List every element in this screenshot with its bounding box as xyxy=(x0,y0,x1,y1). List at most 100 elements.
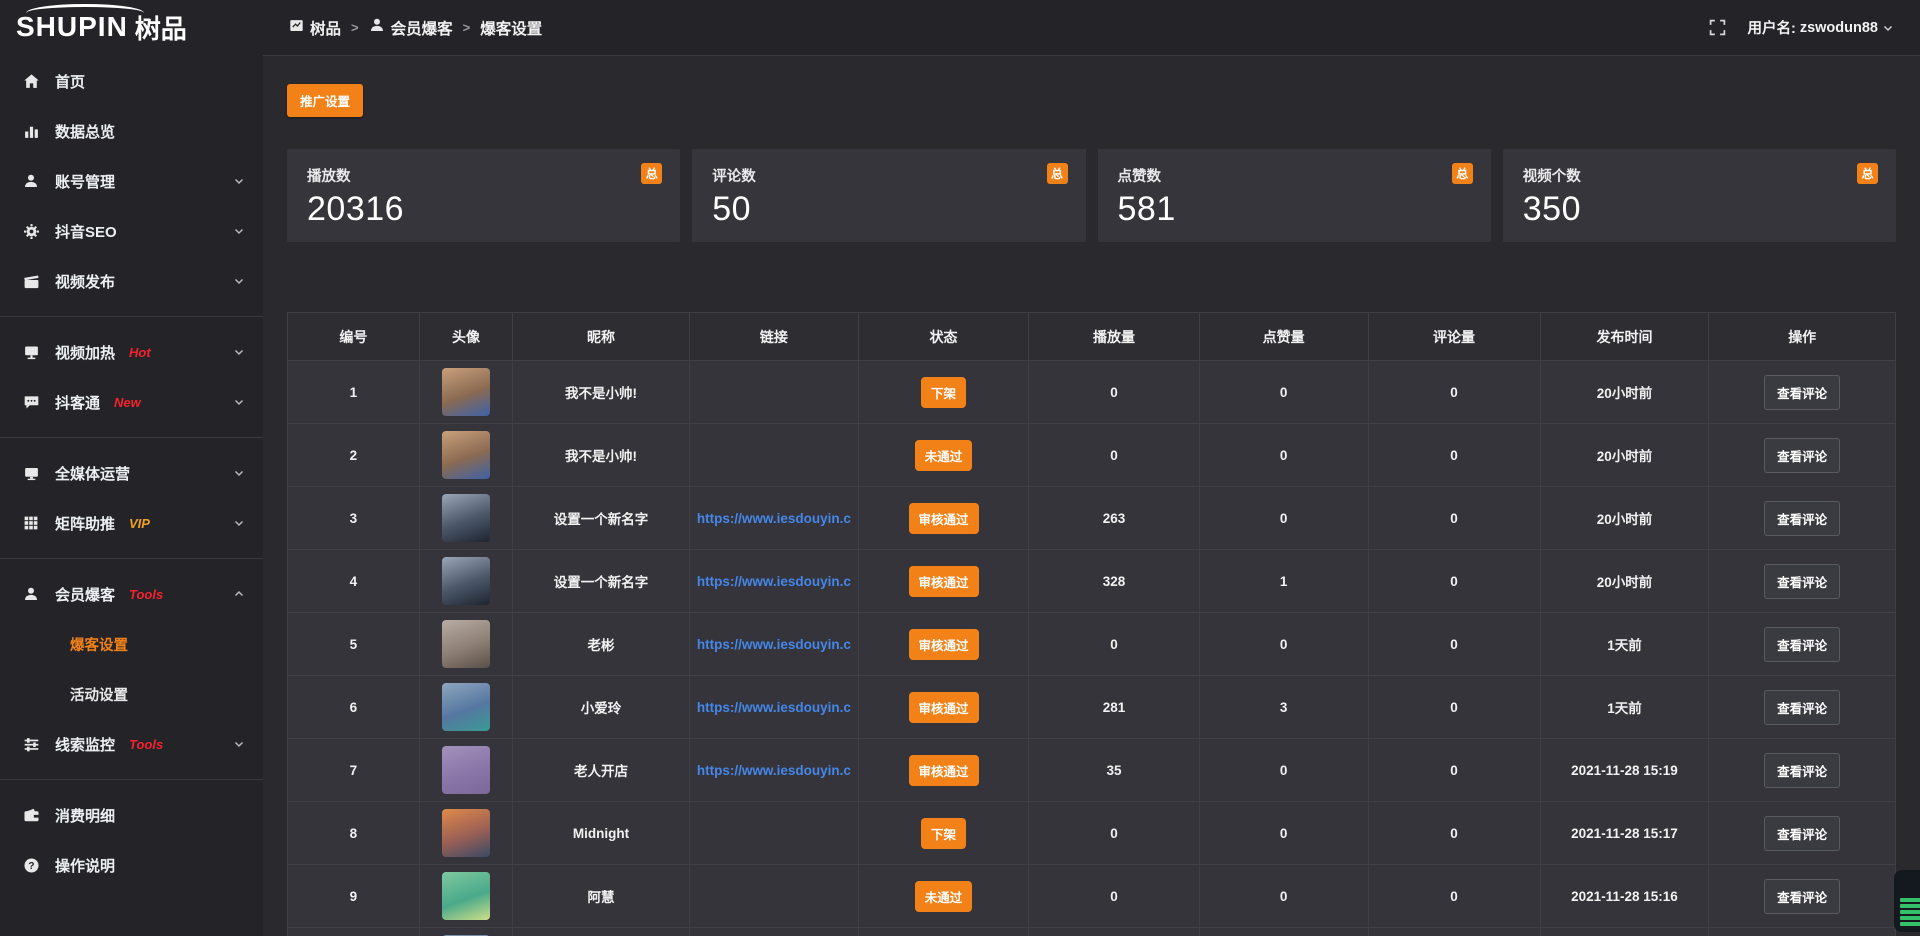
stat-card-视频个数: 视频个数350总 xyxy=(1503,149,1896,242)
breadcrumb-label: 会员爆客 xyxy=(391,17,453,39)
floating-widget[interactable] xyxy=(1894,870,1920,932)
sidebar-item-抖客通[interactable]: 抖客通New xyxy=(0,377,263,427)
action-cell: 查看评论 xyxy=(1709,361,1896,424)
sidebar-item-账号管理[interactable]: 账号管理 xyxy=(0,156,263,206)
sidebar-item-矩阵助推[interactable]: 矩阵助推VIP xyxy=(0,498,263,548)
nickname-cell: 小爱玲 xyxy=(513,676,690,739)
empty-cell xyxy=(858,928,1028,936)
nickname-cell: 老人开店 xyxy=(513,739,690,802)
fullscreen-icon[interactable] xyxy=(1709,19,1726,36)
breadcrumb-item[interactable]: 会员爆客 xyxy=(369,17,453,39)
sidebar-item-消费明细[interactable]: 消费明细 xyxy=(0,790,263,840)
plays-cell: 0 xyxy=(1029,424,1199,487)
status-badge: 审核通过 xyxy=(909,755,979,786)
link-cell xyxy=(689,865,858,928)
stat-total-badge: 总 xyxy=(641,163,662,184)
empty-cell xyxy=(1199,928,1368,936)
view-comments-button[interactable]: 查看评论 xyxy=(1764,375,1840,410)
empty-cell xyxy=(1368,928,1540,936)
status-cell: 未通过 xyxy=(858,865,1028,928)
widget-bar xyxy=(1900,898,1920,902)
column-header-评论量: 评论量 xyxy=(1368,313,1540,361)
sidebar-item-全媒体运营[interactable]: 全媒体运营 xyxy=(0,448,263,498)
widget-bar xyxy=(1900,910,1920,914)
chevron-up-icon xyxy=(233,588,245,600)
table-row: 9阿慧未通过0002021-11-28 15:16查看评论 xyxy=(288,865,1896,928)
video-link[interactable]: https://www.iesdouyin.c xyxy=(697,700,851,715)
sidebar-item-label: 矩阵助推 xyxy=(55,513,115,534)
sidebar-divider xyxy=(0,316,263,317)
breadcrumb-item[interactable]: 爆客设置 xyxy=(480,17,542,39)
sidebar-item-首页[interactable]: 首页 xyxy=(0,56,263,106)
view-comments-button[interactable]: 查看评论 xyxy=(1764,627,1840,662)
table-row: 3设置一个新名字https://www.iesdouyin.c审核通过26300… xyxy=(288,487,1896,550)
sidebar-item-视频发布[interactable]: 视频发布 xyxy=(0,256,263,306)
sidebar-item-抖音SEO[interactable]: 抖音SEO xyxy=(0,206,263,256)
plays-cell: 281 xyxy=(1029,676,1199,739)
video-link[interactable]: https://www.iesdouyin.c xyxy=(697,763,851,778)
publish-time-cell: 1天前 xyxy=(1540,676,1709,739)
video-link[interactable]: https://www.iesdouyin.c xyxy=(697,511,851,526)
video-link[interactable]: https://www.iesdouyin.c xyxy=(697,637,851,652)
avatar xyxy=(442,872,490,920)
likes-cell: 0 xyxy=(1199,802,1368,865)
sidebar-item-badge: Tools xyxy=(129,587,163,602)
column-header-点赞量: 点赞量 xyxy=(1199,313,1368,361)
sidebar-item-label: 全媒体运营 xyxy=(55,463,130,484)
avatar-cell xyxy=(419,487,512,550)
sidebar-subitem-活动设置[interactable]: 活动设置 xyxy=(0,669,263,719)
link-cell: https://www.iesdouyin.c xyxy=(689,739,858,802)
promotion-settings-button[interactable]: 推广设置 xyxy=(287,84,363,117)
column-header-状态: 状态 xyxy=(858,313,1028,361)
sidebar-item-badge: Hot xyxy=(129,345,151,360)
sidebar-item-视频加热[interactable]: 视频加热Hot xyxy=(0,327,263,377)
view-comments-button[interactable]: 查看评论 xyxy=(1764,690,1840,725)
nickname-cell: 我不是小帅! xyxy=(513,361,690,424)
breadcrumb-item[interactable]: 树品 xyxy=(289,17,341,39)
stat-card-点赞数: 点赞数581总 xyxy=(1098,149,1491,242)
view-comments-button[interactable]: 查看评论 xyxy=(1764,501,1840,536)
column-header-昵称: 昵称 xyxy=(513,313,690,361)
sidebar-subitem-爆客设置[interactable]: 爆客设置 xyxy=(0,619,263,669)
user-menu[interactable]: 用户名: zswodun88 xyxy=(1748,17,1895,38)
link-cell xyxy=(689,361,858,424)
status-badge: 下架 xyxy=(921,377,966,408)
table-row: 5老彬https://www.iesdouyin.c审核通过0001天前查看评论 xyxy=(288,613,1896,676)
view-comments-button[interactable]: 查看评论 xyxy=(1764,816,1840,851)
view-comments-button[interactable]: 查看评论 xyxy=(1764,564,1840,599)
video-link[interactable]: https://www.iesdouyin.c xyxy=(697,574,851,589)
sidebar-item-label: 数据总览 xyxy=(55,121,115,142)
widget-bar xyxy=(1900,916,1920,920)
user-icon xyxy=(369,17,385,38)
avatar xyxy=(442,431,490,479)
sidebar-item-会员爆客[interactable]: 会员爆客Tools xyxy=(0,569,263,619)
empty-cell xyxy=(513,928,690,936)
avatar-cell xyxy=(419,361,512,424)
sidebar-item-操作说明[interactable]: ?操作说明 xyxy=(0,840,263,890)
chevron-down-icon xyxy=(233,225,245,237)
sidebar-item-数据总览[interactable]: 数据总览 xyxy=(0,106,263,156)
view-comments-button[interactable]: 查看评论 xyxy=(1764,753,1840,788)
view-comments-button[interactable]: 查看评论 xyxy=(1764,879,1840,914)
chevron-down-icon xyxy=(1882,22,1894,34)
breadcrumb-separator: > xyxy=(351,20,359,35)
action-cell: 查看评论 xyxy=(1709,676,1896,739)
app-logo[interactable]: SHUPIN 树品 xyxy=(0,0,263,54)
likes-cell: 0 xyxy=(1199,613,1368,676)
breadcrumb-separator: > xyxy=(463,20,471,35)
chevron-down-icon xyxy=(233,396,245,408)
comments-cell: 0 xyxy=(1368,739,1540,802)
username-value: zswodun88 xyxy=(1800,20,1878,36)
grid-icon xyxy=(22,515,40,532)
status-badge: 下架 xyxy=(921,818,966,849)
sidebar-item-badge: New xyxy=(114,395,141,410)
view-comments-button[interactable]: 查看评论 xyxy=(1764,438,1840,473)
chat-icon xyxy=(22,394,40,411)
sidebar-item-label: 线索监控 xyxy=(55,734,115,755)
comments-cell: 0 xyxy=(1368,550,1540,613)
table-row: 1我不是小帅!下架00020小时前查看评论 xyxy=(288,361,1896,424)
row-id-cell: 9 xyxy=(288,865,420,928)
avatar-cell xyxy=(419,865,512,928)
sidebar-item-线索监控[interactable]: 线索监控Tools xyxy=(0,719,263,769)
stat-label: 播放数 xyxy=(307,165,660,186)
